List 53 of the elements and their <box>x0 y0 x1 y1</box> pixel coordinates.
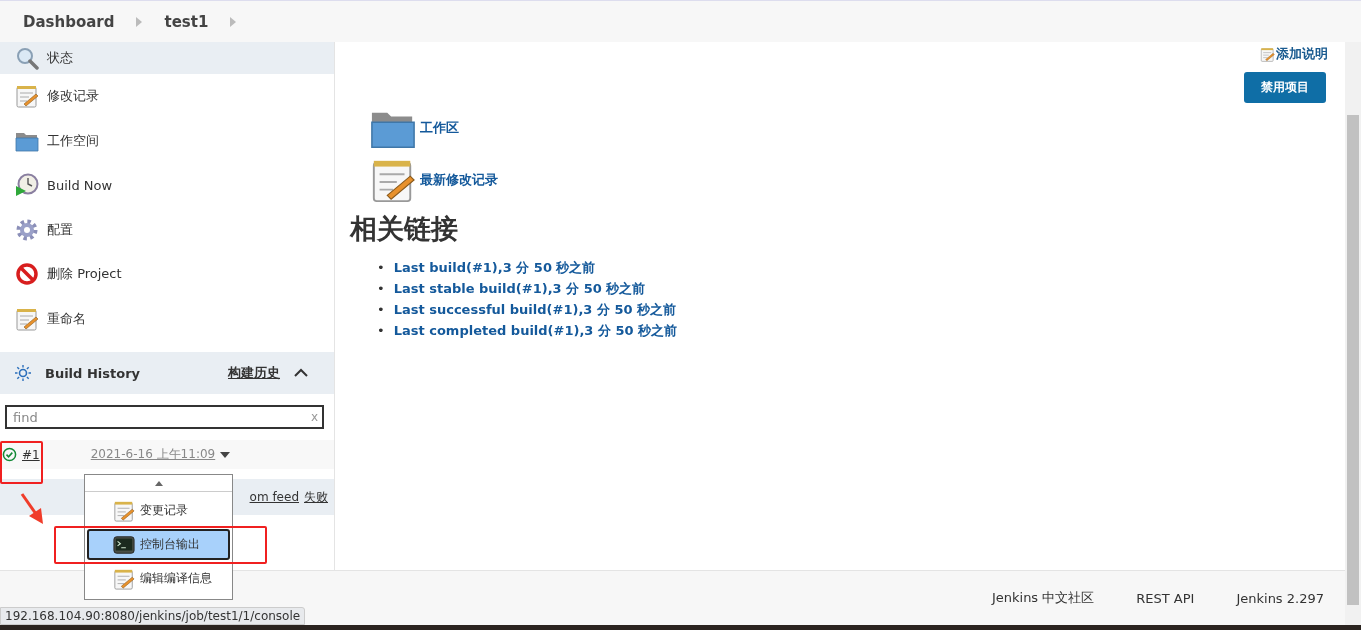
workspace-link[interactable]: 工作区 <box>420 119 459 137</box>
build-date-link[interactable]: 2021-6-16 上午11:09 <box>90 446 216 463</box>
notepad-icon <box>1260 46 1275 62</box>
build-link[interactable]: Last completed build(#1),3 分 50 秒之前 <box>393 320 678 341</box>
build-link[interactable]: Last stable build(#1),3 分 50 秒之前 <box>393 278 646 299</box>
sidebar-item[interactable]: 删除 Project <box>0 252 334 297</box>
sun-icon <box>15 365 31 381</box>
sidebar-item[interactable]: 工作空间 <box>0 118 334 163</box>
notepad-icon <box>113 567 135 590</box>
breadcrumb-link[interactable]: test1 <box>164 12 209 31</box>
clock-icon <box>15 173 39 198</box>
caret-icon[interactable] <box>220 451 231 458</box>
bullet: • <box>377 322 385 340</box>
build-link[interactable]: #1 <box>22 447 40 462</box>
section-heading: 相关链接 <box>350 212 459 246</box>
workspace-link[interactable]: 最新修改记录 <box>420 171 498 189</box>
breadcrumb-link[interactable]: Dashboard <box>23 12 115 31</box>
forbidden-icon <box>15 262 39 287</box>
sidebar-item[interactable]: 状态 <box>0 42 334 74</box>
feed-link[interactable]: om feed <box>249 490 299 504</box>
status-url: 192.168.104.90:8080/jenkins/job/test1/1/console <box>0 607 306 625</box>
menu-item[interactable]: 编辑编译信息 <box>87 563 230 594</box>
build-link[interactable]: Last build(#1),3 分 50 秒之前 <box>393 257 596 278</box>
arrow <box>20 492 46 526</box>
chevron-icon[interactable] <box>294 368 308 378</box>
disable-button[interactable]: 禁用项目 <box>1244 72 1326 103</box>
feed-link[interactable]: 失败 <box>304 488 328 506</box>
menu-item[interactable]: 变更记录 <box>87 495 230 526</box>
bullet: • <box>377 301 385 319</box>
footer-link[interactable]: Jenkins 中文社区 <box>991 589 1095 607</box>
notepad-icon <box>15 84 39 109</box>
check-circle-icon <box>2 447 17 462</box>
menu-item[interactable]: 控制台输出 <box>87 529 230 560</box>
bullet: • <box>377 280 385 298</box>
notepad-icon <box>15 306 39 331</box>
caret-icon[interactable] <box>154 480 163 486</box>
add-description-link[interactable]: 添加说明 <box>1260 45 1328 63</box>
footer-link[interactable]: REST API <box>1136 590 1195 606</box>
section-title: Build History <box>45 365 141 381</box>
sidebar-item[interactable]: 重命名 <box>0 296 334 341</box>
notepad-icon <box>113 499 135 522</box>
settings-icon <box>15 217 39 242</box>
sidebar-item[interactable]: Build Now <box>0 163 334 208</box>
annotation-box <box>0 441 43 484</box>
trend-link[interactable]: 构建历史 <box>228 364 280 382</box>
build-link[interactable]: Last successful build(#1),3 分 50 秒之前 <box>393 299 677 320</box>
sidebar-item[interactable]: 修改记录 <box>0 74 334 119</box>
bullet: • <box>377 259 385 277</box>
terminal-icon <box>113 533 135 556</box>
footer-link[interactable]: Jenkins 2.297 <box>1236 590 1324 606</box>
scrollbar[interactable] <box>1345 42 1361 625</box>
sidebar-item[interactable]: 配置 <box>0 207 334 252</box>
search-icon <box>15 46 39 70</box>
